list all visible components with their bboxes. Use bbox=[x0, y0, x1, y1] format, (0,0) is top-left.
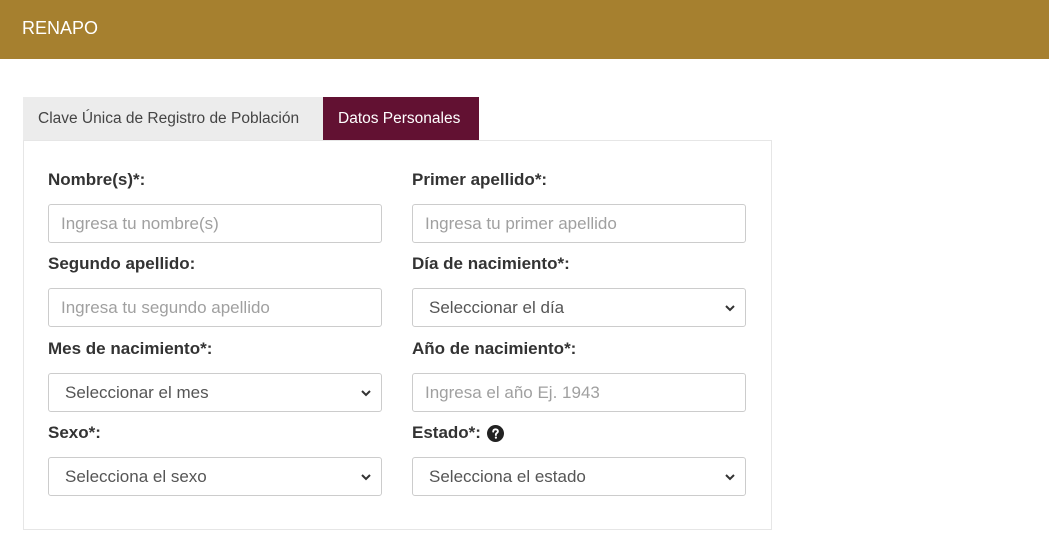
datos-personales-panel: Nombre(s)*: Ingresa tu nombre(s) Primer … bbox=[23, 140, 772, 530]
estado-selected-value: Selecciona el estado bbox=[429, 466, 586, 486]
segundo-apellido-field-group: Segundo apellido: Ingresa tu segundo ape… bbox=[48, 253, 382, 327]
segundo-apellido-input[interactable]: Ingresa tu segundo apellido bbox=[48, 288, 382, 327]
chevron-down-icon bbox=[725, 305, 735, 312]
chevron-down-icon bbox=[361, 390, 371, 397]
anio-label: Año de nacimiento*: bbox=[412, 339, 577, 358]
primer-apellido-placeholder: Ingresa tu primer apellido bbox=[425, 213, 617, 233]
tab-bar: Clave Única de Registro de Población Dat… bbox=[23, 97, 479, 141]
primer-apellido-input[interactable]: Ingresa tu primer apellido bbox=[412, 204, 746, 243]
segundo-apellido-placeholder: Ingresa tu segundo apellido bbox=[61, 297, 270, 317]
nombre-input[interactable]: Ingresa tu nombre(s) bbox=[48, 204, 382, 243]
nombre-label: Nombre(s)*: bbox=[48, 170, 146, 189]
anio-field-group: Año de nacimiento*: Ingresa el año Ej. 1… bbox=[412, 338, 746, 412]
anio-input[interactable]: Ingresa el año Ej. 1943 bbox=[412, 373, 746, 412]
tab-clave-unica[interactable]: Clave Única de Registro de Población bbox=[23, 97, 323, 141]
primer-apellido-label: Primer apellido*: bbox=[412, 170, 548, 189]
dia-select[interactable]: Seleccionar el día bbox=[412, 288, 746, 327]
sexo-field-group: Sexo*: Selecciona el sexo bbox=[48, 422, 382, 496]
nombre-field-group: Nombre(s)*: Ingresa tu nombre(s) bbox=[48, 169, 382, 243]
estado-label-row: Estado*: bbox=[412, 422, 746, 444]
estado-field-group: Estado*: Selecciona el estado bbox=[412, 422, 746, 496]
dia-selected-value: Seleccionar el día bbox=[429, 297, 565, 317]
mes-field-group: Mes de nacimiento*: Seleccionar el mes bbox=[48, 338, 382, 412]
chevron-down-icon bbox=[725, 474, 735, 481]
question-circle-icon[interactable] bbox=[486, 424, 504, 442]
anio-placeholder: Ingresa el año Ej. 1943 bbox=[425, 382, 600, 402]
estado-select[interactable]: Selecciona el estado bbox=[412, 457, 746, 496]
primer-apellido-field-group: Primer apellido*: Ingresa tu primer apel… bbox=[412, 169, 746, 243]
sexo-label: Sexo*: bbox=[48, 423, 101, 442]
dia-label: Día de nacimiento*: bbox=[412, 254, 570, 273]
header-bar: RENAPO bbox=[0, 0, 1049, 59]
brand-title[interactable]: RENAPO bbox=[22, 17, 98, 39]
sexo-select[interactable]: Selecciona el sexo bbox=[48, 457, 382, 496]
chevron-down-icon bbox=[361, 474, 371, 481]
sexo-selected-value: Selecciona el sexo bbox=[65, 466, 207, 486]
dia-field-group: Día de nacimiento*: Seleccionar el día bbox=[412, 253, 746, 327]
tab-datos-personales[interactable]: Datos Personales bbox=[323, 97, 479, 141]
mes-label: Mes de nacimiento*: bbox=[48, 339, 213, 358]
mes-select[interactable]: Seleccionar el mes bbox=[48, 373, 382, 412]
nombre-placeholder: Ingresa tu nombre(s) bbox=[61, 213, 219, 233]
mes-selected-value: Seleccionar el mes bbox=[65, 382, 209, 402]
estado-label: Estado*: bbox=[412, 423, 481, 442]
segundo-apellido-label: Segundo apellido: bbox=[48, 254, 196, 273]
